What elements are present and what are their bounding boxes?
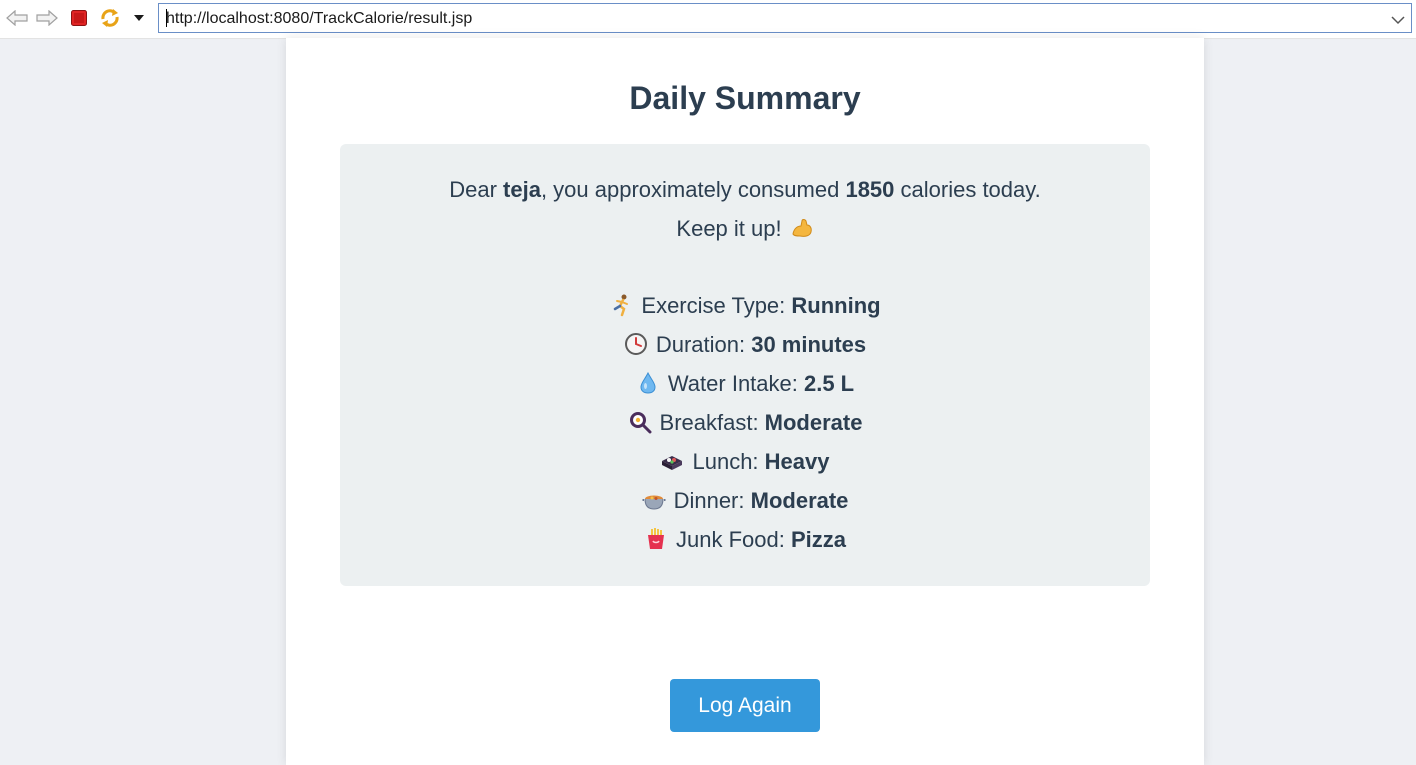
- url-text[interactable]: http://localhost:8080/TrackCalorie/resul…: [166, 10, 472, 28]
- clock-icon: [624, 333, 647, 355]
- junk-food-row: Junk Food: Pizza: [340, 527, 1150, 555]
- forward-icon[interactable]: [36, 8, 58, 28]
- bento-box-icon: [662, 456, 683, 470]
- exercise-type-row: Exercise Type: Running: [340, 293, 1150, 321]
- junk-food-value: Pizza: [790, 527, 846, 552]
- water-intake-value: 2.5 L: [803, 371, 855, 396]
- flexed-biceps-icon: [792, 219, 812, 237]
- junk-food-label: Junk Food:: [676, 527, 791, 552]
- exercise-type-label: Exercise Type:: [641, 293, 792, 318]
- page-title: Daily Summary: [629, 80, 861, 116]
- calories-value: 1850: [845, 177, 895, 202]
- duration-value: 30 minutes: [751, 332, 867, 357]
- water-intake-label: Water Intake:: [667, 371, 804, 396]
- dinner-value: Moderate: [750, 488, 849, 513]
- stew-pot-icon: [642, 495, 666, 510]
- greeting-line: Dear teja, you approximately consumed 18…: [340, 177, 1150, 203]
- result-card: Daily Summary Dear teja, you approximate…: [286, 38, 1204, 765]
- water-drop-icon: [640, 371, 656, 394]
- dinner-row: Dinner: Moderate: [340, 488, 1150, 516]
- summary-box: Dear teja, you approximately consumed 18…: [340, 144, 1150, 586]
- stop-icon[interactable]: [68, 8, 90, 28]
- refresh-icon[interactable]: [99, 8, 121, 28]
- fries-icon: [648, 528, 664, 549]
- greeting-prefix: Dear: [449, 177, 504, 202]
- breakfast-row: Breakfast: Moderate: [340, 410, 1150, 438]
- lunch-label: Lunch:: [692, 449, 765, 474]
- lunch-value: Heavy: [764, 449, 830, 474]
- dinner-label: Dinner:: [673, 488, 751, 513]
- water-intake-row: Water Intake: 2.5 L: [340, 371, 1150, 399]
- address-bar[interactable]: http://localhost:8080/TrackCalorie/resul…: [158, 3, 1412, 33]
- frying-pan-egg-icon: [629, 412, 652, 434]
- history-dropdown-icon[interactable]: [128, 8, 150, 28]
- breakfast-value: Moderate: [764, 410, 863, 435]
- user-name: teja: [503, 177, 541, 202]
- breakfast-label: Breakfast:: [659, 410, 765, 435]
- encouragement-line: Keep it up!: [340, 216, 1150, 242]
- encouragement-text: Keep it up!: [676, 216, 782, 241]
- duration-row: Duration: 30 minutes: [340, 332, 1150, 360]
- greeting-middle: , you approximately consumed: [540, 177, 846, 202]
- back-icon[interactable]: [6, 8, 28, 28]
- runner-icon: [614, 294, 629, 317]
- lunch-row: Lunch: Heavy: [340, 449, 1150, 477]
- greeting-suffix: calories today.: [894, 177, 1041, 202]
- browser-toolbar: http://localhost:8080/TrackCalorie/resul…: [0, 0, 1416, 39]
- duration-label: Duration:: [655, 332, 752, 357]
- address-dropdown-icon[interactable]: [1391, 12, 1405, 30]
- exercise-type-value: Running: [791, 293, 881, 318]
- log-again-button[interactable]: Log Again: [670, 679, 820, 732]
